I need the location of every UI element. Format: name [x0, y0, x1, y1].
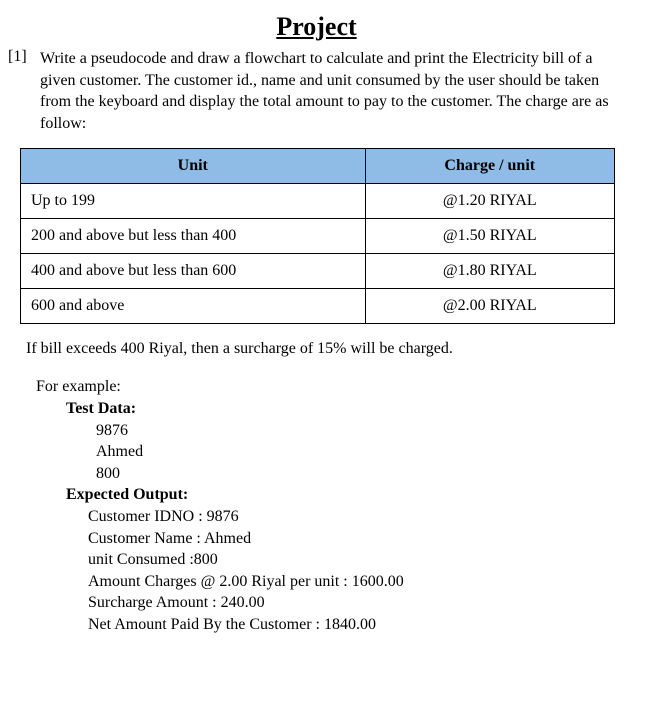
cell-charge: @1.50 RIYAL — [365, 219, 614, 254]
expected-output-label: Expected Output: — [66, 484, 625, 506]
cell-charge: @2.00 RIYAL — [365, 289, 614, 324]
expected-name: Customer Name : Ahmed — [88, 528, 625, 550]
cell-unit: Up to 199 — [21, 184, 366, 219]
surcharge-note: If bill exceeds 400 Riyal, then a surcha… — [26, 340, 625, 358]
test-data-label: Test Data: — [66, 398, 625, 420]
table-row: 400 and above but less than 600 @1.80 RI… — [21, 254, 615, 289]
cell-unit: 200 and above but less than 400 — [21, 219, 366, 254]
charge-table: Unit Charge / unit Up to 199 @1.20 RIYAL… — [20, 148, 615, 324]
page-title: Project — [8, 12, 625, 42]
for-example-label: For example: — [36, 376, 625, 398]
expected-net: Net Amount Paid By the Customer : 1840.0… — [88, 614, 625, 636]
table-header-charge: Charge / unit — [365, 149, 614, 184]
table-row: Up to 199 @1.20 RIYAL — [21, 184, 615, 219]
table-row: 600 and above @2.00 RIYAL — [21, 289, 615, 324]
expected-idno: Customer IDNO : 9876 — [88, 506, 625, 528]
cell-charge: @1.20 RIYAL — [365, 184, 614, 219]
question-text: Write a pseudocode and draw a flowchart … — [40, 48, 625, 134]
question-block: [1] Write a pseudocode and draw a flowch… — [8, 48, 625, 134]
cell-unit: 600 and above — [21, 289, 366, 324]
expected-units: unit Consumed :800 — [88, 549, 625, 571]
example-block: For example: Test Data: 9876 Ahmed 800 E… — [36, 376, 625, 635]
test-data-name: Ahmed — [96, 441, 625, 463]
expected-surcharge: Surcharge Amount : 240.00 — [88, 592, 625, 614]
test-data-id: 9876 — [96, 420, 625, 442]
table-header-unit: Unit — [21, 149, 366, 184]
test-data-units: 800 — [96, 463, 625, 485]
cell-charge: @1.80 RIYAL — [365, 254, 614, 289]
expected-amount: Amount Charges @ 2.00 Riyal per unit : 1… — [88, 571, 625, 593]
cell-unit: 400 and above but less than 600 — [21, 254, 366, 289]
question-number: [1] — [8, 48, 40, 66]
table-row: 200 and above but less than 400 @1.50 RI… — [21, 219, 615, 254]
